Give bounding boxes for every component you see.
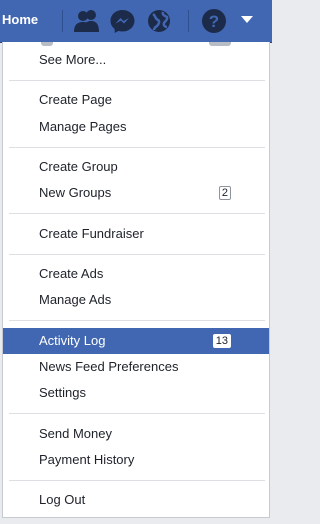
nav-divider xyxy=(188,10,189,32)
menu-item-settings[interactable]: Settings xyxy=(3,380,269,406)
menu-item-news-feed-preferences[interactable]: News Feed Preferences xyxy=(3,354,269,380)
menu-item-label: See More... xyxy=(39,52,107,67)
menu-item-payment-history[interactable]: Payment History xyxy=(3,447,269,473)
messenger-icon[interactable] xyxy=(109,8,136,35)
nav-divider xyxy=(62,10,63,32)
menu-item-activity-log[interactable]: Activity Log 13 xyxy=(3,328,269,354)
home-link[interactable]: Home xyxy=(2,12,38,27)
menu-separator xyxy=(9,320,265,321)
menu-item-label: Payment History xyxy=(39,452,135,467)
menu-separator xyxy=(9,80,265,81)
help-icon[interactable]: ? xyxy=(201,8,227,34)
menu-item-label: Create Ads xyxy=(39,266,104,281)
menu-item-manage-ads[interactable]: Manage Ads xyxy=(3,287,269,313)
menu-item-label: New Groups xyxy=(39,185,112,200)
menu-item-new-groups[interactable]: New Groups 2 xyxy=(3,180,269,206)
menu-item-label: Log Out xyxy=(39,492,86,507)
menu-item-see-more[interactable]: See More... xyxy=(3,47,269,73)
svg-text:?: ? xyxy=(209,12,219,31)
menu-item-log-out[interactable]: Log Out xyxy=(3,487,269,513)
count-badge: 2 xyxy=(218,186,231,200)
menu-item-label: Create Page xyxy=(39,92,112,107)
account-dropdown-menu: See More... Create Page Manage Pages Cre… xyxy=(2,42,270,518)
menu-top-fragment xyxy=(209,42,231,46)
menu-separator xyxy=(9,213,265,214)
globe-icon[interactable] xyxy=(146,8,172,34)
account-menu-caret-icon[interactable] xyxy=(240,15,254,25)
menu-item-label: Activity Log xyxy=(39,333,106,348)
menu-item-create-fundraiser[interactable]: Create Fundraiser xyxy=(3,221,269,247)
menu-item-send-money[interactable]: Send Money xyxy=(3,421,269,447)
menu-item-label: News Feed Preferences xyxy=(39,359,179,374)
menu-item-label: Manage Pages xyxy=(39,119,127,134)
menu-separator xyxy=(9,147,265,148)
top-navigation-bar: Home ? xyxy=(0,0,272,43)
menu-item-create-ads[interactable]: Create Ads xyxy=(3,261,269,287)
menu-item-create-page[interactable]: Create Page xyxy=(3,87,269,113)
menu-item-label: Create Fundraiser xyxy=(39,226,144,241)
count-badge: 13 xyxy=(212,334,231,348)
menu-item-label: Create Group xyxy=(39,159,118,174)
menu-separator xyxy=(9,413,265,414)
menu-item-label: Settings xyxy=(39,385,86,400)
menu-top-fragment xyxy=(41,42,53,46)
menu-separator xyxy=(9,480,265,481)
friend-requests-icon[interactable] xyxy=(72,8,102,34)
menu-item-create-group[interactable]: Create Group xyxy=(3,154,269,180)
menu-separator xyxy=(9,254,265,255)
menu-item-manage-pages[interactable]: Manage Pages xyxy=(3,114,269,140)
menu-item-label: Send Money xyxy=(39,426,112,441)
menu-item-label: Manage Ads xyxy=(39,292,112,307)
